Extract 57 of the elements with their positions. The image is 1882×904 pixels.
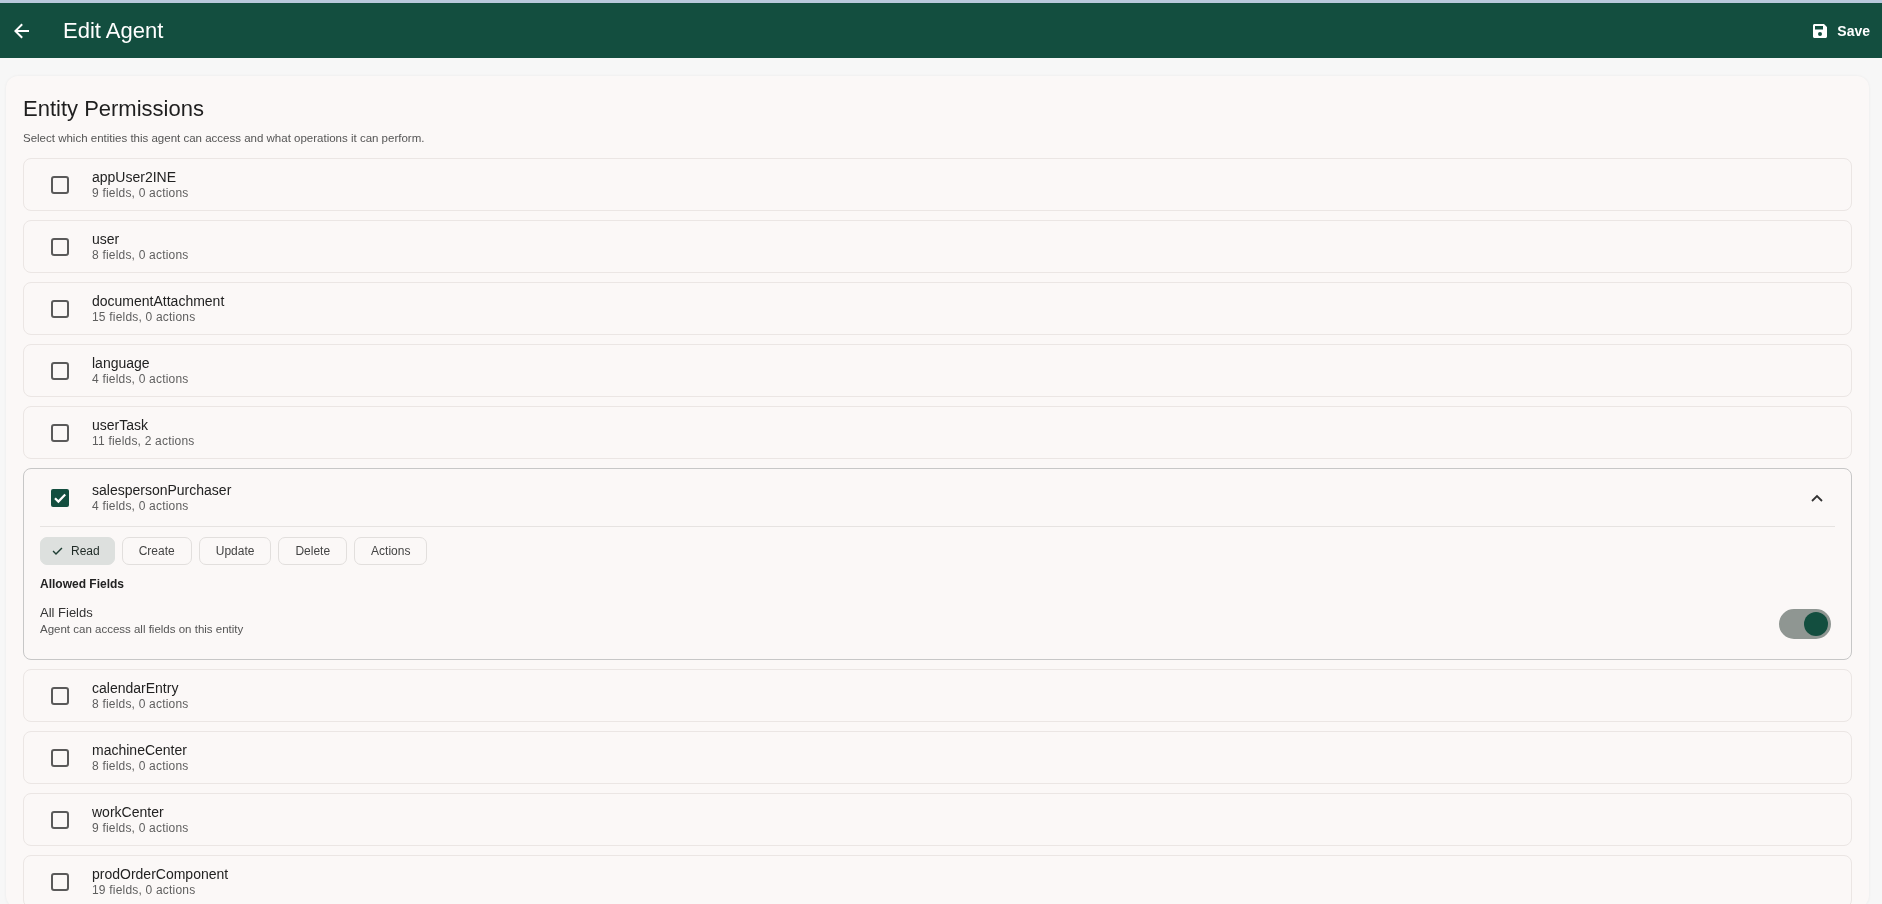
entity-name: appUser2INE	[92, 168, 178, 186]
all-fields-description: Agent can access all fields on this entity	[40, 621, 244, 637]
entity-summary: 9 fields, 0 actions	[92, 185, 189, 201]
permission-chip[interactable]: Update	[198, 537, 272, 565]
entity-name: userTask	[92, 416, 150, 434]
entity-summary: 19 fields, 0 actions	[92, 882, 197, 898]
entity-row[interactable]: documentAttachment 15 fields, 0 actions	[23, 282, 1852, 335]
section-title: Entity Permissions	[23, 95, 205, 123]
entity-row[interactable]: calendarEntry 8 fields, 0 actions	[23, 669, 1852, 722]
entity-summary: 8 fields, 0 actions	[92, 758, 189, 774]
entity-name: user	[92, 230, 121, 248]
checkbox[interactable]	[51, 872, 69, 891]
entity-summary: 4 fields, 0 actions	[92, 371, 189, 387]
permission-chip[interactable]: Read	[40, 537, 115, 565]
back-arrow-icon	[14, 22, 30, 39]
page-title: Edit Agent	[63, 17, 164, 44]
entity-summary: 11 fields, 2 actions	[92, 433, 195, 449]
entity-name: documentAttachment	[92, 292, 225, 310]
section-description: Select which entities this agent can access and what operations it can perform.	[23, 131, 426, 145]
entity-name: workCenter	[92, 803, 165, 821]
save-button[interactable]: Save	[1807, 16, 1870, 45]
entity-name: calendarEntry	[92, 679, 180, 697]
save-icon	[1813, 23, 1828, 38]
checkbox[interactable]	[51, 237, 69, 256]
entity-name: salespersonPurchaser	[92, 481, 232, 499]
entity-row[interactable]: appUser2INE 9 fields, 0 actions	[23, 158, 1852, 211]
permission-chip[interactable]: Create	[121, 537, 192, 565]
entity-name: prodOrderComponent	[92, 865, 229, 883]
chevron-up-icon[interactable]	[1811, 493, 1823, 502]
entity-name: language	[92, 354, 151, 372]
entity-row[interactable]: language 4 fields, 0 actions	[23, 344, 1852, 397]
entity-row[interactable]: user 8 fields, 0 actions	[23, 220, 1852, 273]
allowed-fields-heading: Allowed Fields	[40, 577, 125, 592]
entity-summary: 15 fields, 0 actions	[92, 309, 197, 325]
entity-row[interactable]: machineCenter 8 fields, 0 actions	[23, 731, 1852, 784]
checkbox[interactable]	[51, 748, 69, 767]
entity-summary: 8 fields, 0 actions	[92, 247, 189, 263]
entity-name: machineCenter	[92, 741, 188, 759]
all-fields-label: All Fields	[40, 604, 94, 621]
checkbox[interactable]	[51, 488, 69, 507]
checkbox[interactable]	[51, 299, 69, 318]
checkbox[interactable]	[51, 175, 69, 194]
checkbox[interactable]	[51, 686, 69, 705]
entity-summary: 4 fields, 0 actions	[92, 498, 190, 514]
permission-chip[interactable]: Actions	[354, 537, 428, 565]
entity-summary: 8 fields, 0 actions	[92, 696, 189, 712]
toggle-switch[interactable]	[1779, 609, 1831, 639]
check-icon	[52, 547, 63, 555]
entity-row[interactable]: prodOrderComponent 19 fields, 0 actions	[23, 855, 1852, 904]
checkbox[interactable]	[51, 423, 69, 442]
checkbox[interactable]	[51, 810, 69, 829]
entity-row[interactable]: salespersonPurchaser 4 fields, 0 actions Read Create Update Delete Actions Allowed Fields All Fields Agent can access all fields on this entity	[23, 468, 1852, 660]
entity-row[interactable]: userTask 11 fields, 2 actions	[23, 406, 1852, 459]
permission-chip[interactable]: Delete	[278, 537, 348, 565]
entity-row[interactable]: workCenter 9 fields, 0 actions	[23, 793, 1852, 846]
checkbox[interactable]	[51, 361, 69, 380]
entity-summary: 9 fields, 0 actions	[92, 820, 189, 836]
